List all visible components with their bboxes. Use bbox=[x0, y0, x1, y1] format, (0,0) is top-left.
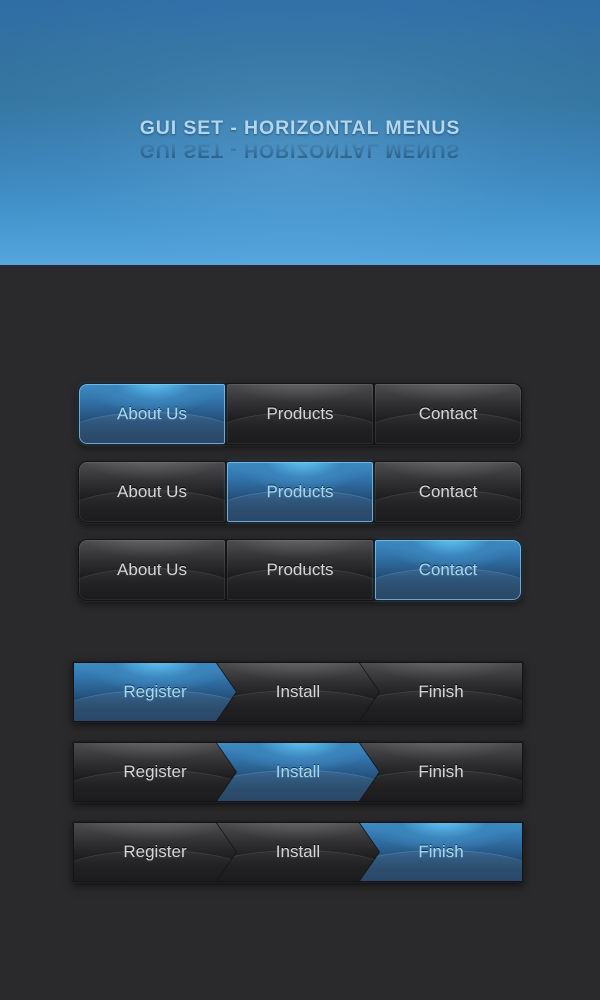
wizard-cell: Finish bbox=[360, 743, 522, 801]
tab-cell: About Us bbox=[79, 462, 225, 522]
tab-cell: Products bbox=[227, 462, 373, 522]
page-root: GUI SET - HORIZONTAL MENUS GUI SET - HOR… bbox=[0, 0, 600, 1000]
tab-label: Products bbox=[266, 482, 334, 501]
tab-cell: Products bbox=[227, 384, 373, 444]
tab-cell: Contact bbox=[375, 462, 521, 522]
wizard-cell: Register bbox=[74, 743, 236, 801]
wizard-step-label: Install bbox=[275, 682, 321, 701]
tab-about-us[interactable]: About Us bbox=[79, 540, 225, 600]
wizard-cell: Register bbox=[74, 823, 236, 881]
tab-cell: About Us bbox=[79, 540, 225, 600]
tab-products[interactable]: Products bbox=[227, 462, 373, 522]
wizard-step-finish[interactable]: Finish bbox=[360, 823, 522, 881]
tab-label: Contact bbox=[418, 482, 478, 501]
tab-products[interactable]: Products bbox=[227, 384, 373, 444]
tab-cell: Products bbox=[227, 540, 373, 600]
tab-label: About Us bbox=[117, 560, 187, 579]
tab-contact[interactable]: Contact bbox=[375, 384, 521, 444]
wizard-cell: Install bbox=[217, 823, 379, 881]
tab-label: Contact bbox=[418, 404, 478, 423]
wizard-step-register[interactable]: Register bbox=[74, 823, 236, 881]
wizard-cell: Finish bbox=[360, 663, 522, 721]
wizard-step-install[interactable]: Install bbox=[217, 663, 379, 721]
wizard-cell: Install bbox=[217, 743, 379, 801]
page-title-reflection: GUI SET - HORIZONTAL MENUS bbox=[139, 139, 461, 161]
wizard-install-active: Register Install Finish bbox=[72, 741, 524, 803]
tab-label: Contact bbox=[418, 560, 478, 579]
tab-menu-products-active: About Us Products Contact bbox=[78, 461, 522, 523]
tab-cell: Contact bbox=[375, 540, 521, 600]
wizard-step-install[interactable]: Install bbox=[217, 743, 379, 801]
header-banner: GUI SET - HORIZONTAL MENUS GUI SET - HOR… bbox=[0, 0, 600, 265]
tab-label: Products bbox=[266, 404, 334, 423]
wizard-step-finish[interactable]: Finish bbox=[360, 663, 522, 721]
wizard-step-label: Register bbox=[123, 842, 187, 861]
wizard-step-label: Finish bbox=[418, 842, 464, 861]
wizard-finish-active: Register Install Finish bbox=[72, 821, 524, 883]
wizard-register-active: Register Install Finish bbox=[72, 661, 524, 723]
wizard-step-label: Finish bbox=[418, 762, 464, 781]
wizard-cell: Finish bbox=[360, 823, 522, 881]
wizard-cell: Install bbox=[217, 663, 379, 721]
wizard-step-label: Finish bbox=[418, 682, 464, 701]
tab-cell: Contact bbox=[375, 384, 521, 444]
wizard-step-register[interactable]: Register bbox=[74, 743, 236, 801]
tab-cell: About Us bbox=[79, 384, 225, 444]
header-title-block: GUI SET - HORIZONTAL MENUS GUI SET - HOR… bbox=[0, 117, 600, 161]
tab-about-us[interactable]: About Us bbox=[79, 462, 225, 522]
tab-menu-about-active: About Us Products Contact bbox=[78, 383, 522, 445]
tab-menu-contact-active: About Us Products Contact bbox=[78, 539, 522, 601]
wizard-step-label: Register bbox=[123, 682, 187, 701]
tab-contact[interactable]: Contact bbox=[375, 462, 521, 522]
wizard-cell: Register bbox=[74, 663, 236, 721]
wizard-step-label: Register bbox=[123, 762, 187, 781]
page-title: GUI SET - HORIZONTAL MENUS bbox=[139, 117, 461, 139]
wizard-step-install[interactable]: Install bbox=[217, 823, 379, 881]
wizard-step-label: Install bbox=[275, 842, 321, 861]
tab-label: Products bbox=[266, 560, 334, 579]
wizard-step-register[interactable]: Register bbox=[74, 663, 236, 721]
wizard-step-finish[interactable]: Finish bbox=[360, 743, 522, 801]
tab-about-us[interactable]: About Us bbox=[79, 384, 225, 444]
wizard-step-label: Install bbox=[275, 762, 321, 781]
tab-label: About Us bbox=[117, 404, 187, 423]
tab-label: About Us bbox=[117, 482, 187, 501]
tab-products[interactable]: Products bbox=[227, 540, 373, 600]
tab-contact[interactable]: Contact bbox=[375, 540, 521, 600]
